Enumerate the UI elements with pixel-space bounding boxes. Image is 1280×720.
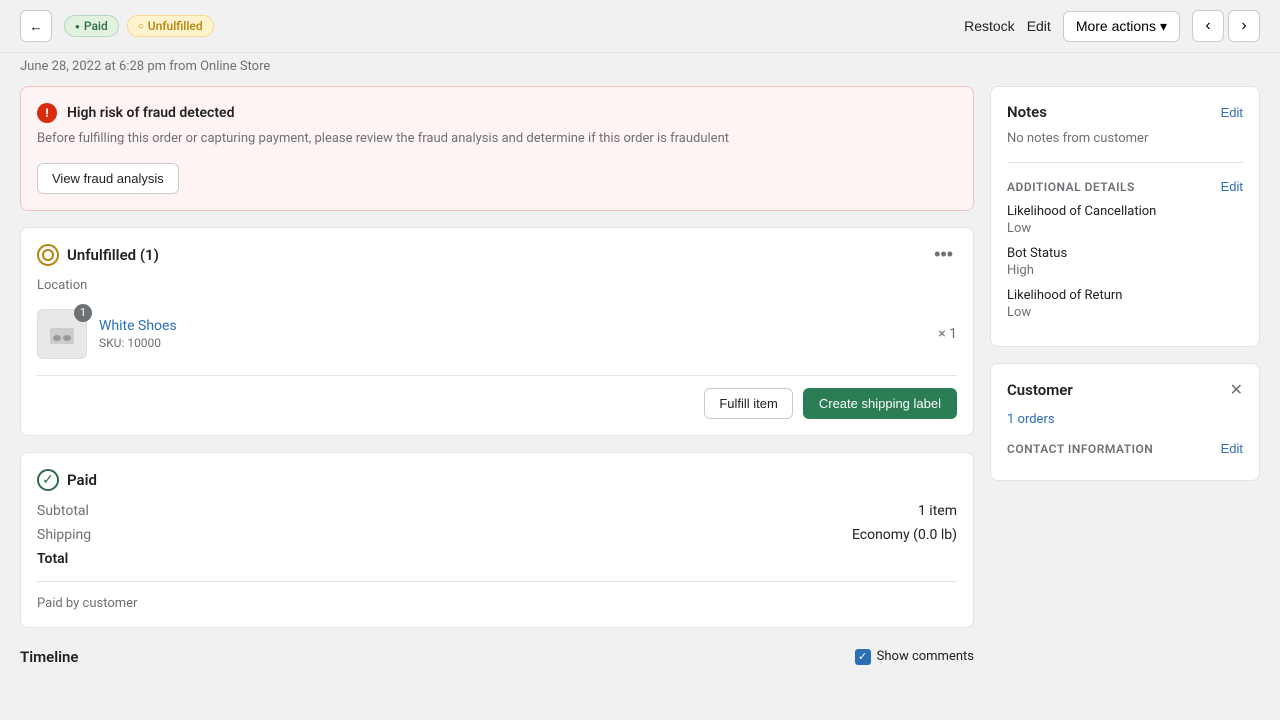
- next-button[interactable]: ›: [1228, 10, 1260, 42]
- paid-header: ✓ Paid: [37, 469, 957, 491]
- create-shipping-label-button[interactable]: Create shipping label: [803, 388, 957, 419]
- contact-section-header: CONTACT INFORMATION Edit: [1007, 441, 1243, 456]
- product-image: 1: [37, 309, 87, 359]
- back-button[interactable]: ←: [20, 10, 52, 42]
- contact-section-title: CONTACT INFORMATION: [1007, 442, 1153, 456]
- view-fraud-button[interactable]: View fraud analysis: [37, 163, 179, 194]
- paid-status-icon: ✓: [37, 469, 59, 491]
- order-date: June 28, 2022 at 6:28 pm from Online Sto…: [20, 59, 270, 74]
- paid-by: Paid by customer: [37, 596, 957, 611]
- main-content: ! High risk of fraud detected Before ful…: [0, 86, 1280, 690]
- more-actions-label: More actions: [1076, 18, 1156, 34]
- product-info: White Shoes SKU: 10000: [99, 318, 926, 350]
- bot-status-value: High: [1007, 263, 1243, 278]
- bot-status-label: Bot Status: [1007, 246, 1243, 261]
- shipping-row: Shipping Economy (0.0 lb): [37, 527, 957, 543]
- total-label: Total: [37, 551, 68, 567]
- left-column: ! High risk of fraud detected Before ful…: [20, 86, 974, 670]
- location-label: Location: [37, 278, 957, 293]
- fraud-alert: ! High risk of fraud detected Before ful…: [20, 86, 974, 211]
- total-row: Total: [37, 551, 957, 567]
- customer-card: Customer ✕ 1 orders CONTACT INFORMATION …: [990, 363, 1260, 481]
- more-actions-button[interactable]: More actions ▾: [1063, 11, 1180, 42]
- product-quantity: × 1: [938, 326, 957, 342]
- paid-card: ✓ Paid Subtotal 1 item Shipping Economy …: [20, 452, 974, 628]
- return-item: Likelihood of Return Low: [1007, 288, 1243, 320]
- unfulfilled-badge: Unfulfilled: [127, 15, 214, 37]
- notes-edit-button[interactable]: Edit: [1221, 105, 1243, 120]
- chevron-down-icon: ▾: [1160, 18, 1167, 35]
- unfulfilled-title: Unfulfilled (1): [67, 246, 159, 264]
- timeline-title: Timeline: [20, 648, 78, 666]
- notes-header: Notes Edit: [1007, 103, 1243, 121]
- product-name-link[interactable]: White Shoes: [99, 318, 177, 334]
- additional-details-header: ADDITIONAL DETAILS Edit: [1007, 162, 1243, 194]
- fraud-warning-icon: !: [37, 103, 57, 123]
- back-icon: ←: [29, 19, 42, 34]
- product-qty-badge: 1: [74, 304, 92, 322]
- cancellation-item: Likelihood of Cancellation Low: [1007, 204, 1243, 236]
- card-actions: Fulfill item Create shipping label: [37, 375, 957, 419]
- product-row: 1 White Shoes SKU: 10000 × 1: [37, 309, 957, 359]
- notes-title: Notes: [1007, 103, 1047, 121]
- nav-arrows: ‹ ›: [1192, 10, 1260, 42]
- shipping-label: Shipping: [37, 527, 91, 543]
- fraud-title: High risk of fraud detected: [67, 105, 234, 121]
- return-value: Low: [1007, 305, 1243, 320]
- product-sku: SKU: 10000: [99, 336, 926, 350]
- subtotal-value: 1 item: [918, 503, 957, 519]
- order-meta: June 28, 2022 at 6:28 pm from Online Sto…: [0, 53, 1280, 86]
- customer-card-header: Customer ✕: [1007, 380, 1243, 400]
- status-badges: Paid Unfulfilled: [64, 15, 214, 37]
- customer-close-button[interactable]: ✕: [1230, 380, 1243, 400]
- paid-badge: Paid: [64, 15, 119, 37]
- additional-details-title: ADDITIONAL DETAILS: [1007, 180, 1135, 194]
- shipping-value: Economy (0.0 lb): [852, 527, 957, 543]
- show-comments-label: Show comments: [877, 649, 974, 664]
- bot-status-item: Bot Status High: [1007, 246, 1243, 278]
- subtotal-row: Subtotal 1 item: [37, 503, 957, 519]
- unfulfilled-menu-button[interactable]: •••: [930, 244, 957, 265]
- top-bar: ← Paid Unfulfilled Restock Edit More act…: [0, 0, 1280, 53]
- subtotal-label: Subtotal: [37, 503, 89, 519]
- cancellation-value: Low: [1007, 221, 1243, 236]
- unfulfilled-status-icon: [37, 244, 59, 266]
- show-comments-checkbox[interactable]: [855, 649, 871, 665]
- unfulfilled-header: Unfulfilled (1) •••: [37, 244, 957, 266]
- paid-title-row: ✓ Paid: [37, 469, 97, 491]
- paid-title: Paid: [67, 471, 97, 489]
- restock-button[interactable]: Restock: [964, 18, 1015, 34]
- contact-edit-button[interactable]: Edit: [1221, 441, 1243, 456]
- top-bar-left: ← Paid Unfulfilled: [20, 10, 214, 42]
- customer-title: Customer: [1007, 381, 1073, 399]
- fulfill-item-button[interactable]: Fulfill item: [704, 388, 793, 419]
- timeline-section: Timeline Show comments: [20, 644, 974, 670]
- notes-content: No notes from customer: [1007, 131, 1243, 146]
- cancellation-label: Likelihood of Cancellation: [1007, 204, 1243, 219]
- fraud-header: ! High risk of fraud detected: [37, 103, 957, 123]
- edit-button[interactable]: Edit: [1027, 18, 1051, 34]
- additional-details-edit-button[interactable]: Edit: [1221, 179, 1243, 194]
- right-column: Notes Edit No notes from customer ADDITI…: [990, 86, 1260, 670]
- prev-button[interactable]: ‹: [1192, 10, 1224, 42]
- unfulfilled-title-row: Unfulfilled (1): [37, 244, 159, 266]
- top-bar-right: Restock Edit More actions ▾ ‹ ›: [964, 10, 1260, 42]
- show-comments-row: Show comments: [855, 649, 974, 665]
- return-label: Likelihood of Return: [1007, 288, 1243, 303]
- divider: [37, 581, 957, 582]
- fraud-description: Before fulfilling this order or capturin…: [37, 129, 957, 149]
- product-thumbnail: [48, 320, 76, 348]
- notes-card: Notes Edit No notes from customer ADDITI…: [990, 86, 1260, 347]
- unfulfilled-card: Unfulfilled (1) ••• Location 1 White Sho…: [20, 227, 974, 436]
- customer-orders-count: 1 orders: [1007, 412, 1243, 427]
